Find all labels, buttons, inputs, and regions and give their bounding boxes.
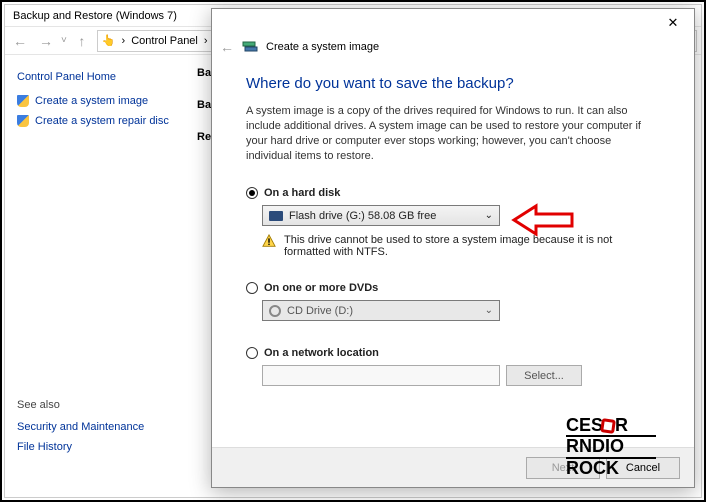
dialog-footer: Next Cancel [212, 447, 694, 487]
dialog-back-icon[interactable]: ← [220, 39, 234, 55]
sidebar-home-link[interactable]: Control Panel Home [17, 71, 173, 83]
dialog-titlebar: ✕ [212, 9, 694, 37]
option-hard-disk[interactable]: On a hard disk [246, 187, 660, 199]
dvd-select-dropdown[interactable]: CD Drive (D:) ⌄ [262, 300, 500, 321]
sidebar-link-label: Create a system repair disc [35, 115, 169, 127]
seealso-heading: See also [17, 399, 173, 411]
control-panel-icon: 👆 [102, 34, 116, 47]
breadcrumb-item[interactable]: Control Panel [131, 35, 198, 47]
seealso-link-filehistory[interactable]: File History [17, 441, 173, 453]
shield-icon [17, 95, 29, 107]
sidebar-link-repair-disc[interactable]: Create a system repair disc [17, 115, 173, 127]
window-title: Backup and Restore (Windows 7) [13, 10, 177, 22]
warning-row: This drive cannot be used to store a sys… [262, 234, 660, 258]
drive-stack-icon [242, 39, 258, 55]
breadcrumb-sep: › [122, 35, 126, 47]
dvd-select-value: CD Drive (D:) [287, 305, 353, 317]
network-path-input[interactable] [262, 365, 500, 386]
sidebar-link-create-image[interactable]: Create a system image [17, 95, 173, 107]
radio-icon[interactable] [246, 347, 258, 359]
cancel-button[interactable]: Cancel [606, 457, 680, 479]
option-network[interactable]: On a network location [246, 347, 660, 359]
seealso-link-security[interactable]: Security and Maintenance [17, 421, 173, 433]
chevron-down-icon: ⌄ [485, 305, 493, 316]
cd-icon [269, 305, 281, 317]
nav-up-button[interactable]: ↑ [71, 30, 93, 52]
sidebar: Control Panel Home Create a system image… [5, 55, 185, 497]
drive-icon [269, 211, 283, 221]
nav-dropdown-icon[interactable]: ˅ [61, 35, 67, 46]
radio-selected-icon[interactable] [246, 187, 258, 199]
dialog-header: ← Create a system image [212, 37, 694, 65]
option-label: On a hard disk [264, 187, 340, 199]
option-label: On one or more DVDs [264, 282, 378, 294]
breadcrumb-sep: › [204, 35, 208, 47]
next-button[interactable]: Next [526, 457, 600, 479]
dialog-question: Where do you want to save the backup? [246, 75, 660, 92]
select-button[interactable]: Select... [506, 365, 582, 386]
radio-icon[interactable] [246, 282, 258, 294]
warning-text: This drive cannot be used to store a sys… [284, 234, 660, 258]
disk-select-dropdown[interactable]: Flash drive (G:) 58.08 GB free ⌄ [262, 205, 500, 226]
option-label: On a network location [264, 347, 379, 359]
disk-select-value: Flash drive (G:) 58.08 GB free [289, 210, 436, 222]
sidebar-link-label: Create a system image [35, 95, 148, 107]
nav-back-button[interactable]: ← [9, 30, 31, 52]
system-image-dialog: ✕ ← Create a system image Where do you w… [211, 8, 695, 488]
dialog-description: A system image is a copy of the drives r… [246, 104, 660, 163]
dialog-title: Create a system image [266, 41, 379, 53]
shield-icon [17, 115, 29, 127]
nav-fwd-button[interactable]: → [35, 30, 57, 52]
close-button[interactable]: ✕ [658, 12, 688, 34]
warning-icon [262, 234, 276, 248]
option-dvd[interactable]: On one or more DVDs [246, 282, 660, 294]
chevron-down-icon: ⌄ [485, 210, 493, 221]
